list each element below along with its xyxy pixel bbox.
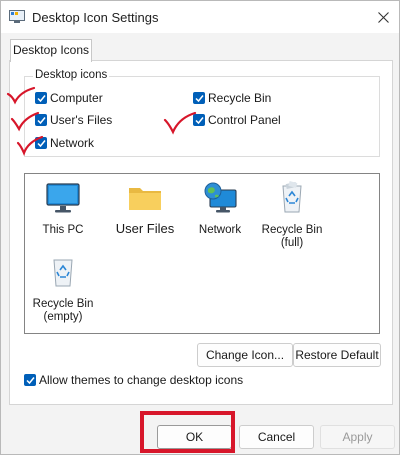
checkbox-label: User's Files: [50, 113, 113, 127]
dialog-window: Desktop Icon Settings Desktop Icons Desk…: [0, 0, 400, 455]
icon-list-view[interactable]: This PC User Files Network Recycle Bin (…: [24, 173, 380, 334]
recycle-bin-empty-icon: [53, 259, 73, 287]
checkbox-recycle-bin[interactable]: Recycle Bin: [193, 91, 271, 105]
close-icon: [377, 11, 389, 23]
checkbox-label: Computer: [50, 91, 103, 105]
icon-label: This PC: [42, 224, 84, 236]
icon-item-user-files[interactable]: User Files: [109, 180, 181, 235]
tab-panel: Desktop icons Computer User's Files Netw…: [9, 60, 393, 405]
icon-label: User Files: [115, 221, 175, 236]
icon-label-line2: (empty): [43, 311, 83, 323]
apply-button[interactable]: Apply: [320, 425, 395, 449]
checkbox-control-panel[interactable]: Control Panel: [193, 113, 281, 127]
cancel-button[interactable]: Cancel: [239, 425, 314, 449]
group-legend: Desktop icons: [33, 69, 110, 81]
icon-label: Network: [198, 224, 242, 236]
monitor-icon: [46, 183, 80, 213]
icon-label-line1: Recycle Bin: [261, 224, 323, 236]
checkbox-checked-icon: [24, 374, 36, 386]
folder-icon: [129, 188, 161, 210]
checkbox-allow-themes[interactable]: Allow themes to change desktop icons: [24, 373, 243, 387]
annotation-checkmark: [10, 111, 40, 132]
checkbox-computer[interactable]: Computer: [35, 91, 103, 105]
desktop-settings-icon: [9, 10, 25, 23]
checkbox-checked-icon: [35, 92, 47, 104]
desktop-icons-group: Desktop icons Computer User's Files Netw…: [24, 69, 380, 157]
icon-item-recycle-bin-full[interactable]: Recycle Bin (full): [256, 180, 328, 250]
annotation-checkmark: [6, 86, 36, 105]
title-bar: Desktop Icon Settings: [1, 1, 399, 33]
recycle-bin-full-icon: [282, 181, 302, 213]
icon-label-line2: (full): [280, 237, 304, 249]
checkbox-label: Recycle Bin: [208, 91, 272, 105]
icon-item-this-pc[interactable]: This PC: [27, 180, 99, 237]
icon-item-recycle-bin-empty[interactable]: Recycle Bin (empty): [27, 254, 99, 324]
window-title: Desktop Icon Settings: [32, 10, 159, 25]
restore-default-button[interactable]: Restore Default: [293, 343, 381, 367]
close-button[interactable]: [367, 1, 399, 33]
checkbox-label: Network: [50, 136, 95, 150]
checkbox-label: Control Panel: [208, 113, 281, 127]
checkbox-label: Allow themes to change desktop icons: [39, 373, 244, 387]
icon-label-line1: Recycle Bin: [32, 298, 94, 310]
network-globe-icon: [204, 182, 237, 213]
annotation-checkmark: [16, 135, 44, 156]
ok-highlight-box: [140, 411, 235, 453]
checkbox-users-files[interactable]: User's Files: [35, 113, 112, 127]
checkbox-checked-icon: [193, 92, 205, 104]
tab-desktop-icons[interactable]: Desktop Icons: [10, 39, 92, 62]
icon-item-network[interactable]: Network: [184, 180, 256, 237]
change-icon-button[interactable]: Change Icon...: [197, 343, 293, 367]
annotation-checkmark: [163, 111, 197, 135]
